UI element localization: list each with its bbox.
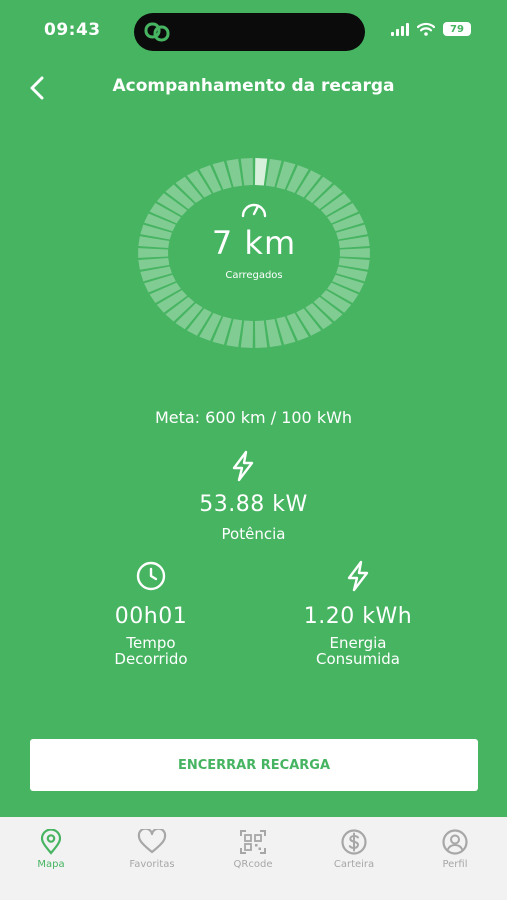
- tab-qrcode[interactable]: QRcode: [208, 829, 298, 870]
- lightning-icon: [232, 450, 254, 482]
- elapsed-time-label-line1: Tempo: [126, 634, 176, 652]
- qrcode-icon: [240, 830, 266, 854]
- tab-mapa[interactable]: Mapa: [6, 829, 96, 870]
- ring-segment: [240, 320, 254, 348]
- power-label: Potência: [221, 525, 286, 543]
- status-indicators: 79: [391, 22, 471, 36]
- gauge-center: 7 km Carregados: [136, 200, 372, 281]
- wifi-icon: [417, 22, 435, 36]
- tab-label: Carteira: [333, 859, 375, 870]
- charge-goal: Meta: 600 km / 100 kWh: [154, 408, 353, 427]
- ring-segment: [240, 158, 254, 186]
- elapsed-time-label-line2: Decorrido: [114, 650, 188, 668]
- map-pin-icon: [40, 829, 62, 855]
- tab-perfil[interactable]: Perfil: [410, 829, 500, 870]
- tab-label: QRcode: [233, 859, 273, 870]
- elapsed-time-label: Tempo Decorrido: [51, 635, 251, 667]
- speedometer-icon: [241, 203, 267, 218]
- energy-consumed-label: Energia Consumida: [258, 635, 458, 667]
- clock-icon: [136, 561, 166, 591]
- energy-consumed-value: 1.20 kWh: [303, 604, 413, 629]
- tab-label: Mapa: [37, 859, 65, 870]
- lightning-icon: [347, 560, 369, 592]
- elapsed-time-value: 00h01: [114, 604, 188, 629]
- user-icon: [442, 829, 468, 855]
- header: Acompanhamento da recarga: [0, 64, 507, 110]
- heart-icon: [137, 829, 167, 854]
- power-value: 53.88 kW: [199, 492, 308, 517]
- app-link-icon: [144, 22, 170, 42]
- cellular-signal-icon: [391, 22, 409, 36]
- tab-label: Perfil: [442, 859, 468, 870]
- battery-level: 79: [450, 23, 464, 35]
- energy-consumed-label-line1: Energia: [329, 634, 387, 652]
- end-charging-button[interactable]: ENCERRAR RECARGA: [30, 739, 478, 791]
- tab-favoritas[interactable]: Favoritas: [107, 829, 197, 870]
- energy-consumed-metric: 1.20 kWh Energia Consumida: [258, 560, 458, 667]
- tab-bar: Mapa Favoritas QRcode Carteira Perfil: [0, 817, 507, 900]
- page-title: Acompanhamento da recarga: [112, 76, 395, 96]
- tab-carteira[interactable]: Carteira: [309, 829, 399, 870]
- dollar-icon: [341, 829, 367, 855]
- charged-label: Carregados: [225, 270, 283, 281]
- battery-icon: 79: [443, 22, 471, 36]
- status-bar: 09:43 79: [0, 0, 507, 64]
- energy-consumed-label-line2: Consumida: [316, 650, 400, 668]
- tab-label: Favoritas: [129, 859, 175, 870]
- charged-distance: 7 km: [211, 224, 297, 262]
- ring-segment: [254, 158, 268, 186]
- ring-segment: [254, 320, 268, 348]
- elapsed-time-metric: 00h01 Tempo Decorrido: [51, 560, 251, 667]
- dynamic-island: [134, 13, 365, 51]
- status-time: 09:43: [44, 20, 101, 40]
